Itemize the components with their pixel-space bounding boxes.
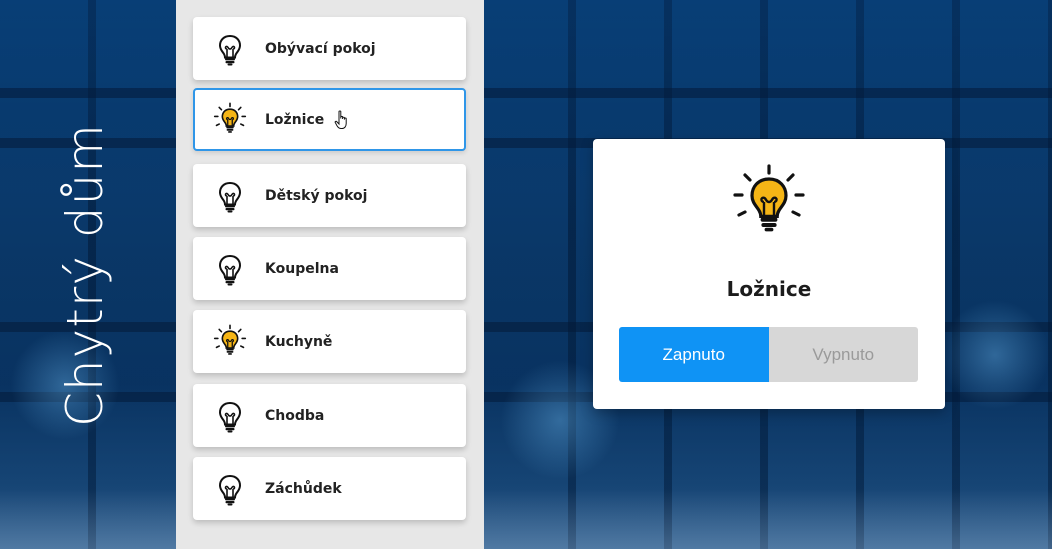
room-label: Chodba	[265, 407, 325, 424]
background-band	[0, 88, 1052, 98]
room-label: Ložnice	[265, 111, 325, 128]
turn-off-button[interactable]: Vypnuto	[768, 327, 918, 382]
room-item-obyvaci-pokoj[interactable]: Obývací pokoj	[193, 17, 466, 80]
room-list: Obývací pokoj Ložnice Dětský pokoj Koupe…	[176, 0, 484, 549]
room-item-zachudek[interactable]: Záchůdek	[193, 457, 466, 520]
room-item-loznice[interactable]: Ložnice	[193, 88, 466, 151]
light-toggle: Zapnuto Vypnuto	[619, 327, 918, 382]
room-item-koupelna[interactable]: Koupelna	[193, 237, 466, 300]
bulb-off-icon	[212, 251, 248, 287]
room-detail-panel: Ložnice Zapnuto Vypnuto	[593, 139, 945, 409]
background-glow	[940, 300, 1050, 410]
bulb-on-icon	[212, 324, 248, 360]
room-item-detsky-pokoj[interactable]: Dětský pokoj	[193, 164, 466, 227]
app-root: Chytrý dům Obývací pokoj Ložnice Dětský …	[0, 0, 1052, 549]
room-title: Ložnice	[726, 277, 812, 301]
background-snow	[0, 489, 1052, 549]
bulb-off-icon	[212, 471, 248, 507]
room-label: Kuchyně	[265, 333, 333, 350]
app-title: Chytrý dům	[56, 122, 115, 427]
room-label: Koupelna	[265, 260, 339, 277]
room-label: Dětský pokoj	[265, 187, 368, 204]
brand: Chytrý dům	[20, 0, 150, 549]
bulb-off-icon	[212, 398, 248, 434]
bulb-off-icon	[212, 31, 248, 67]
bulb-off-icon	[212, 178, 248, 214]
room-item-chodba[interactable]: Chodba	[193, 384, 466, 447]
hand-cursor-icon	[334, 109, 352, 130]
bulb-on-icon	[729, 163, 809, 247]
turn-on-button[interactable]: Zapnuto	[619, 327, 769, 382]
room-item-kuchyne[interactable]: Kuchyně	[193, 310, 466, 373]
room-label: Obývací pokoj	[265, 40, 376, 57]
bulb-on-icon	[212, 102, 248, 138]
room-label: Záchůdek	[265, 480, 342, 497]
